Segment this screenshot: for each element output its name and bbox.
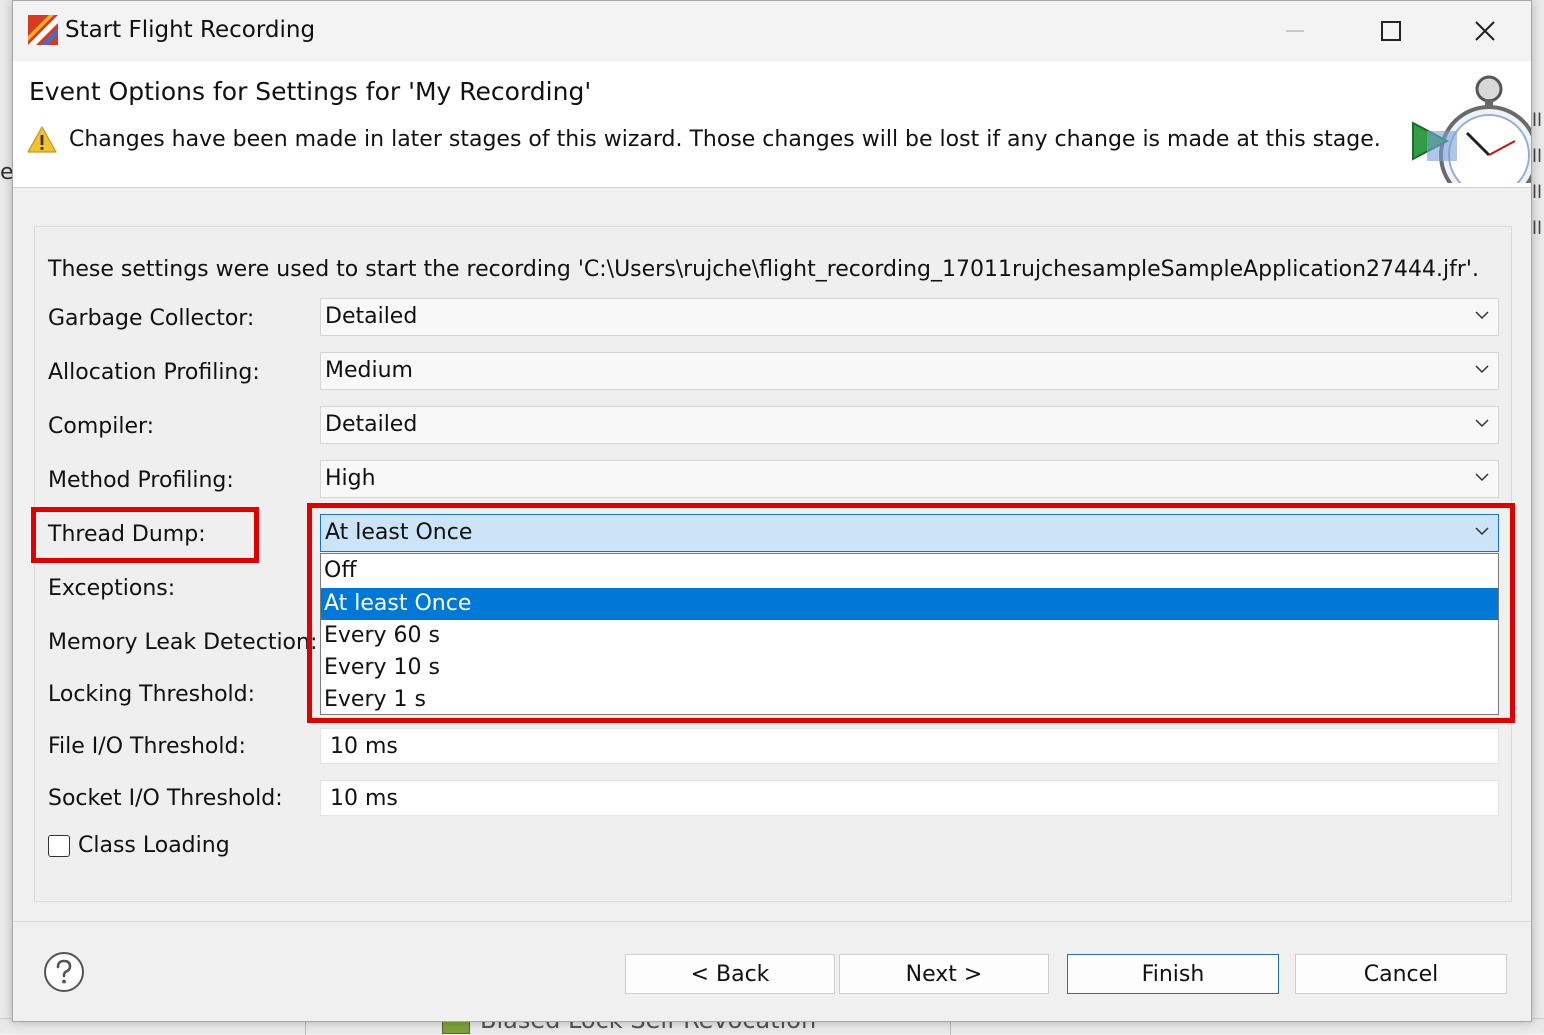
flight-recorder-icon (28, 15, 58, 45)
maximize-button[interactable] (1371, 11, 1411, 51)
next-button[interactable]: Next > (839, 954, 1049, 994)
garbage-collector-value: Detailed (325, 304, 418, 329)
chevron-down-icon (1475, 311, 1489, 320)
minimize-button[interactable] (1275, 11, 1315, 51)
allocation-profiling-select[interactable]: Medium (320, 352, 1499, 390)
warning-icon (27, 126, 57, 153)
help-icon[interactable] (43, 951, 85, 993)
compiler-label: Compiler: (48, 414, 155, 439)
chevron-down-icon (1475, 365, 1489, 374)
recording-info: These settings were used to start the re… (48, 257, 1479, 282)
window-title: Start Flight Recording (65, 17, 316, 43)
locking-threshold-label: Locking Threshold: (48, 682, 256, 707)
stopwatch-icon (1412, 75, 1531, 183)
maximize-icon (1381, 21, 1401, 41)
chevron-down-icon (1475, 419, 1489, 428)
minimize-icon (1286, 30, 1304, 32)
memory-leak-detection-label: Memory Leak Detection: (48, 630, 318, 655)
socket-io-threshold-value: 10 ms (330, 786, 398, 811)
method-profiling-label: Method Profiling: (48, 468, 234, 493)
garbage-collector-label: Garbage Collector: (48, 306, 255, 331)
socket-io-threshold-input[interactable]: 10 ms (320, 780, 1499, 816)
allocation-profiling-label: Allocation Profiling: (48, 360, 260, 385)
highlight-thread-dump-label (31, 507, 259, 563)
close-icon (1475, 21, 1495, 41)
wizard-header: Event Options for Settings for 'My Recor… (13, 61, 1531, 188)
cancel-button[interactable]: Cancel (1295, 954, 1507, 994)
highlight-thread-dump-dropdown (307, 503, 1515, 723)
file-io-threshold-label: File I/O Threshold: (48, 734, 246, 759)
garbage-collector-select[interactable]: Detailed (320, 298, 1499, 336)
socket-io-threshold-label: Socket I/O Threshold: (48, 786, 283, 811)
warning-message: Changes have been made in later stages o… (69, 127, 1381, 152)
chevron-down-icon (1475, 473, 1489, 482)
compiler-select[interactable]: Detailed (320, 406, 1499, 444)
exceptions-label: Exceptions: (48, 576, 176, 601)
file-io-threshold-value: 10 ms (330, 734, 398, 759)
class-loading-checkbox[interactable] (48, 834, 70, 857)
background-right-fragments: ll ll ll ll (1532, 110, 1543, 239)
page-title: Event Options for Settings for 'My Recor… (29, 77, 592, 106)
start-flight-recording-dialog: Start Flight Recording Event Options for… (12, 0, 1532, 1022)
title-bar: Start Flight Recording (13, 1, 1531, 61)
close-button[interactable] (1465, 11, 1505, 51)
method-profiling-value: High (325, 466, 376, 491)
back-button[interactable]: < Back (625, 954, 835, 994)
allocation-profiling-value: Medium (325, 358, 413, 383)
file-io-threshold-input[interactable]: 10 ms (320, 728, 1499, 764)
class-loading-checkbox-row[interactable]: Class Loading (48, 833, 230, 858)
compiler-value: Detailed (325, 412, 418, 437)
footer-separator (13, 921, 1531, 922)
method-profiling-select[interactable]: High (320, 460, 1499, 498)
finish-button[interactable]: Finish (1067, 954, 1279, 994)
class-loading-label: Class Loading (78, 833, 230, 858)
